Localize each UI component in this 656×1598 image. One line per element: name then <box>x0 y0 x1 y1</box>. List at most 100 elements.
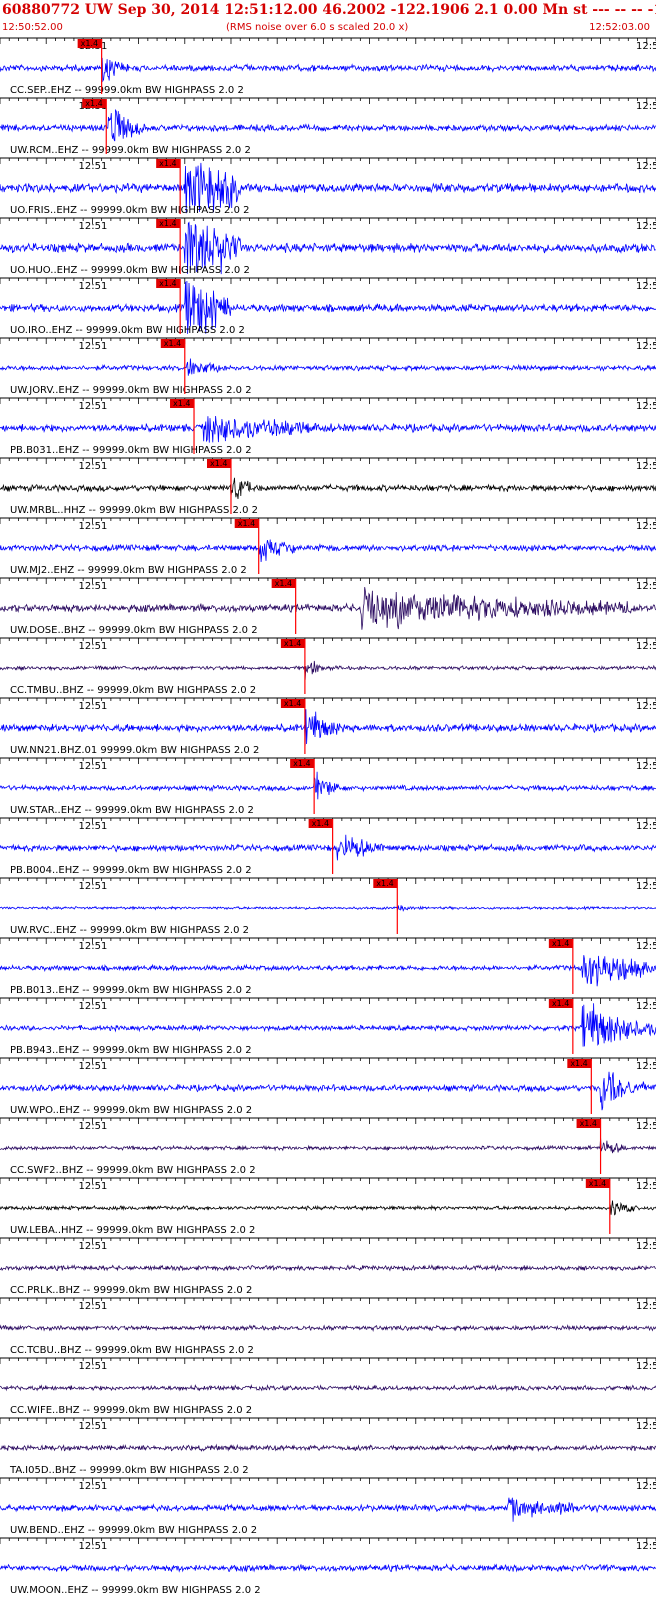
pick-label: x1.4 <box>164 339 181 348</box>
trace-row: 12:5112:5UW.RCM..EHZ -- 99999.0km BW HIG… <box>0 97 656 156</box>
waveform <box>0 709 656 746</box>
tick-label: 12:51 <box>79 521 108 532</box>
waveform <box>0 415 656 443</box>
pick-label: x1.4 <box>570 1059 587 1068</box>
pick-label: x1.4 <box>284 699 301 708</box>
station-label: UO.IRO..EHZ -- 99999.0km BW HIGHPASS 2.0… <box>10 325 245 336</box>
waveform <box>0 477 656 500</box>
waveform <box>0 955 656 987</box>
waveform <box>0 1264 656 1272</box>
tick-label: 12:51 <box>79 401 108 412</box>
tick-label: 12:5 <box>636 581 656 592</box>
tick-label: 12:5 <box>636 1001 656 1012</box>
tick-label: 12:5 <box>636 1421 656 1432</box>
waveform <box>0 1443 656 1452</box>
tick-label: 12:5 <box>636 101 656 112</box>
trace-row: 12:51 12:5 CC.SWF2..BHZ -- 99999.0km BW HI… <box>0 1117 656 1176</box>
waveform <box>0 57 656 83</box>
pick-label: x1.4 <box>552 999 569 1008</box>
waveform <box>0 1563 656 1573</box>
tick-label: 12:51 <box>79 881 108 892</box>
tick-label: 12:5 <box>636 521 656 532</box>
pick-label: x1.4 <box>81 39 98 48</box>
tick-label: 12:51 <box>79 941 108 952</box>
station-label: UW.JORV..EHZ -- 99999.0km BW HIGHPASS 2.… <box>10 385 252 396</box>
waveform <box>0 1324 656 1332</box>
tick-label: 12:51 <box>79 1541 108 1552</box>
event-title: 60880772 UW Sep 30, 2014 12:51:12.00 46.… <box>2 2 656 18</box>
tick-label: 12:5 <box>636 1541 656 1552</box>
trace-row: 12:51 12:5 UW.BEND..EHZ -- 99999.0km BW HI… <box>0 1477 656 1536</box>
tick-label: 12:5 <box>636 1181 656 1192</box>
station-label: UO.FRIS..EHZ -- 99999.0km BW HIGHPASS 2.… <box>10 205 250 216</box>
waveform <box>0 834 656 861</box>
tick-label: 12:5 <box>636 821 656 832</box>
waveform <box>0 539 656 563</box>
tick-label: 12:5 <box>636 221 656 232</box>
trace-row: 12:51 12:5 PB.B013..EHZ -- 99999.0km BW HI… <box>0 937 656 996</box>
waveform <box>0 358 656 376</box>
tick-label: 12:51 <box>79 701 108 712</box>
station-label: UW.MOON..EHZ -- 99999.0km BW HIGHPASS 2.… <box>10 1585 261 1596</box>
tick-label: 12:5 <box>636 941 656 952</box>
tick-label: 12:51 <box>79 1361 108 1372</box>
pick-label: x1.4 <box>376 879 393 888</box>
pick-label: x1.4 <box>238 519 255 528</box>
trace-row: 12:51 12:5 UW.MRBL..HHZ -- 99999.0km BW HI… <box>0 457 656 516</box>
station-label: CC.SEP..EHZ -- 99999.0km BW HIGHPASS 2.0… <box>10 85 244 96</box>
tick-label: 12:5 <box>636 761 656 772</box>
station-label: UW.RVC..EHZ -- 99999.0km BW HIGHPASS 2.0… <box>10 925 249 936</box>
tick-label: 12:51 <box>79 581 108 592</box>
pick-label: x1.4 <box>293 759 310 768</box>
station-label: CC.SWF2..BHZ -- 99999.0km BW HIGHPASS 2.… <box>10 1165 256 1176</box>
trace-row: 12:51 12:5 PB.B031..EHZ -- 99999.0km BW HI… <box>0 397 656 456</box>
tick-label: 12:51 <box>79 761 108 772</box>
trace-row: 12:51 12:5 UW.LEBA..HHZ -- 99999.0km BW HI… <box>0 1177 656 1236</box>
trace-row: 12:51 12:5 UW.RVC..EHZ -- 99999.0km BW HIG… <box>0 877 656 936</box>
pick-label: x1.4 <box>589 1179 606 1188</box>
station-label: UW.MJ2..EHZ -- 99999.0km BW HIGHPASS 2.0… <box>10 565 247 576</box>
trace-row: 12:5112:5CC.SEP..EHZ -- 99999.0km BW HIG… <box>0 37 656 96</box>
tick-label: 12:51 <box>79 461 108 472</box>
trace-row: 12:51 12:5 CC.WIFE..BHZ -- 99999.0km BW HI… <box>0 1357 656 1416</box>
trace-row: 12:51 12:5 UW.JORV..EHZ -- 99999.0km BW HI… <box>0 337 656 396</box>
station-label: PB.B013..EHZ -- 99999.0km BW HIGHPASS 2.… <box>10 985 252 996</box>
pick-label: x1.4 <box>284 639 301 648</box>
pick-label: x1.4 <box>210 459 227 468</box>
trace-row: 12:51 12:5 CC.PRLK..BHZ -- 99999.0km BW HI… <box>0 1237 656 1296</box>
trace-row: 12:51 12:5 PB.B004..EHZ -- 99999.0km BW HI… <box>0 817 656 876</box>
trace-row: 12:51 12:5 UO.IRO..EHZ -- 99999.0km BW HIG… <box>0 277 656 336</box>
waveform <box>0 1384 656 1392</box>
station-label: UW.WPO..EHZ -- 99999.0km BW HIGHPASS 2.0… <box>10 1105 252 1116</box>
pick-label: x1.4 <box>159 219 176 228</box>
tick-label: 12:51 <box>79 281 108 292</box>
tick-label: 12:5 <box>636 1361 656 1372</box>
tick-label: 12:5 <box>636 1301 656 1312</box>
waveform <box>0 771 656 800</box>
tick-label: 12:5 <box>636 401 656 412</box>
trace-row: 12:51 12:5 UW.MJ2..EHZ -- 99999.0km BW HIG… <box>0 517 656 576</box>
waveform <box>0 660 656 680</box>
tick-label: 12:51 <box>79 341 108 352</box>
pick-label: x1.4 <box>173 399 190 408</box>
trace-row: 12:51 12:5 UO.HUO..EHZ -- 99999.0km BW HIG… <box>0 217 656 276</box>
station-label: UW.BEND..EHZ -- 99999.0km BW HIGHPASS 2.… <box>10 1525 257 1536</box>
tick-label: 12:51 <box>79 821 108 832</box>
pick-label: x1.4 <box>552 939 569 948</box>
seismogram-plot: 12:51 12:5 CC.SEP..EHZ -- 99999.0km BW HIG… <box>0 37 656 1596</box>
pick-label: x1.4 <box>159 159 176 168</box>
trace-row: 12:51 12:5 UW.WPO..EHZ -- 99999.0km BW HIG… <box>0 1057 656 1116</box>
trace-row: 12:51 12:5 PB.B943..EHZ -- 99999.0km BW HI… <box>0 997 656 1056</box>
record-header: 60880772 UW Sep 30, 2014 12:51:12.00 46.… <box>0 0 656 36</box>
tick-label: 12:51 <box>79 1061 108 1072</box>
pick-label: x1.4 <box>275 579 292 588</box>
station-label: PB.B031..EHZ -- 99999.0km BW HIGHPASS 2.… <box>10 445 252 456</box>
station-label: CC.WIFE..BHZ -- 99999.0km BW HIGHPASS 2.… <box>10 1405 252 1416</box>
tick-label: 12:5 <box>636 41 656 52</box>
trace-row: 12:51 12:5 CC.TMBU..BHZ -- 99999.0km BW HI… <box>0 637 656 696</box>
trace-row: 12:51 12:5 UW.STAR..EHZ -- 99999.0km BW HI… <box>0 757 656 816</box>
tick-label: 12:51 <box>79 1001 108 1012</box>
station-label: UW.LEBA..HHZ -- 99999.0km BW HIGHPASS 2.… <box>10 1225 255 1236</box>
tick-label: 12:51 <box>79 1301 108 1312</box>
tick-label: 12:51 <box>79 1121 108 1132</box>
